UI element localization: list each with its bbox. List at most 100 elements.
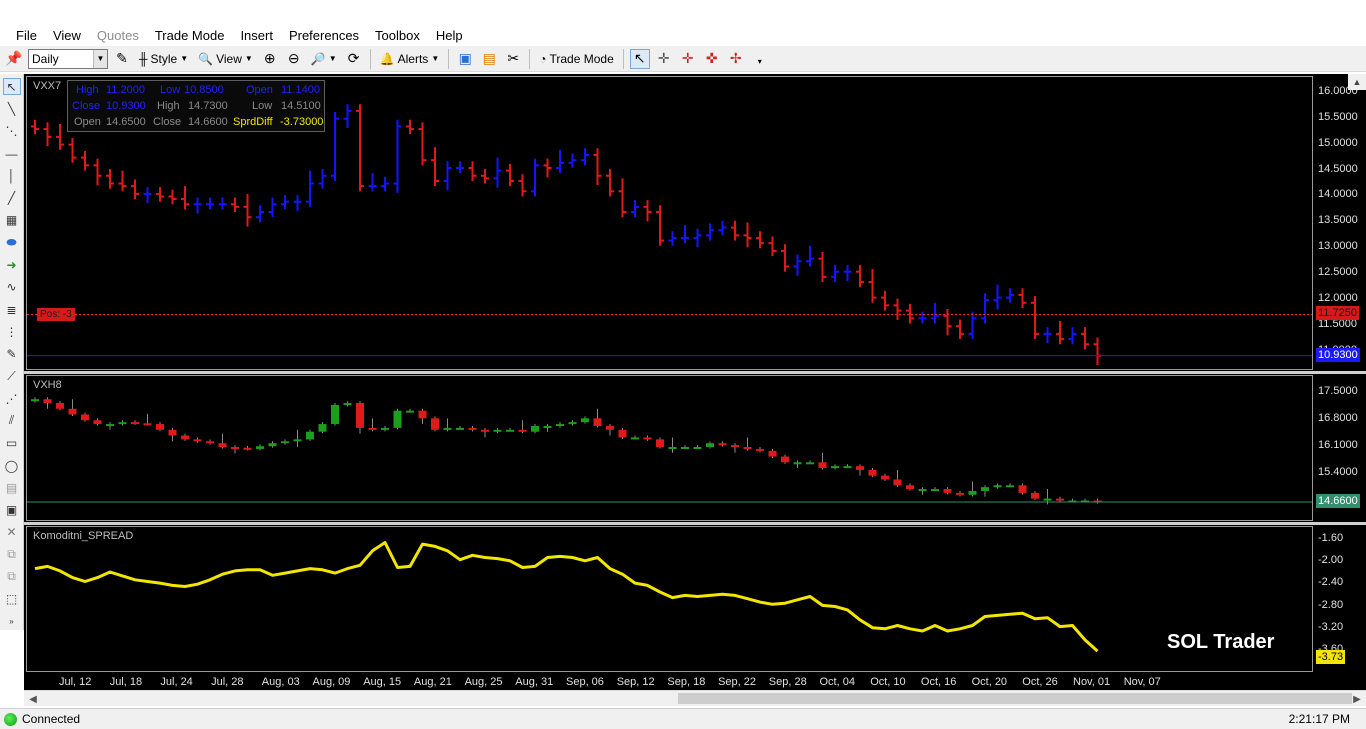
price-pane-vxh8[interactable]: VXH8 [26, 375, 1313, 521]
grid-tool-icon[interactable]: ⋮ [3, 323, 21, 340]
candle [43, 397, 52, 409]
scroll-left-arrow-icon[interactable]: ◀ [26, 692, 40, 706]
paste-tool-icon[interactable]: ⧉ [3, 568, 21, 585]
style-button[interactable]: ╫ Style ▼ [136, 48, 191, 70]
chevron-down-icon[interactable]: ▼ [93, 49, 107, 68]
pane-splitter[interactable] [24, 371, 1366, 374]
menu-preferences[interactable]: Preferences [281, 28, 367, 43]
ohlc-bar [906, 303, 914, 324]
view-button[interactable]: 🔍 View ▼ [195, 48, 256, 70]
draw-icon[interactable]: ✎ [112, 49, 132, 69]
candle [381, 425, 389, 432]
price-pane-vxx7[interactable]: VXX7 Pos: -3 High 11.2000 Low 10.8500 Op… [26, 76, 1313, 370]
axis-tick-label: -3.20 [1318, 620, 1344, 633]
zoom-out-icon[interactable]: ⊖ [284, 49, 304, 69]
menu-help[interactable]: Help [428, 28, 471, 43]
cursor-icon[interactable]: ↖ [629, 48, 650, 69]
magnifier-icon: 🔍 [198, 51, 214, 66]
connection-status-icon [4, 712, 17, 726]
trendline-tool-icon[interactable]: ╲ [3, 100, 21, 117]
spread-chart[interactable] [27, 527, 1312, 671]
scrollbar-thumb[interactable] [678, 693, 1352, 704]
candle-body [268, 443, 277, 447]
horizontal-line-tool-icon[interactable]: — [3, 145, 21, 162]
menu-file[interactable]: File [8, 28, 45, 43]
select-area-tool-icon[interactable]: ⬚ [3, 591, 21, 608]
circle-tool-icon[interactable]: ◯ [3, 457, 21, 474]
chart-area[interactable]: VXX7 Pos: -3 High 11.2000 Low 10.8500 Op… [24, 74, 1366, 692]
candle [643, 435, 652, 441]
candle [181, 433, 189, 441]
expand-tools-icon[interactable]: » [3, 613, 21, 630]
price-axis-vxx7[interactable]: 16.0000 15.5000 15.0000 14.5000 14.0000 13.50… [1315, 76, 1366, 370]
rectangle-tool-icon[interactable]: ▭ [3, 435, 21, 452]
interval-select[interactable]: Daily ▼ [28, 48, 108, 69]
copy-tool-icon[interactable]: ⧉ [3, 546, 21, 563]
menu-view[interactable]: View [45, 28, 89, 43]
book-icon[interactable]: ▣ [455, 49, 475, 69]
refresh-icon[interactable]: ⟳ [344, 49, 364, 69]
overflow-icon[interactable]: ▾ [750, 51, 770, 71]
ohlc-bar [593, 148, 602, 186]
menu-insert[interactable]: Insert [232, 28, 281, 43]
zoom-menu-button[interactable]: 🔎 ▼ [308, 48, 340, 70]
position-tag[interactable]: Pos: -3 [37, 308, 75, 322]
wave-tool-icon[interactable]: ∿ [3, 279, 21, 296]
menu-toolbox[interactable]: Toolbox [367, 28, 428, 43]
zoom-in-icon[interactable]: ⊕ [260, 49, 280, 69]
ohlc-bar [731, 220, 739, 241]
price-chart-vxh8[interactable] [27, 376, 1312, 520]
horizontal-scrollbar[interactable]: ◀ ▶ [24, 690, 1366, 706]
pointer-tool-icon[interactable]: ↖ [2, 78, 21, 96]
price-axis-vxh8[interactable]: 17.5000 16.8000 16.1000 15.4000 14.6600 [1315, 375, 1366, 521]
vertical-line-tool-icon[interactable]: │ [3, 167, 21, 184]
candle [956, 490, 964, 497]
scroll-right-arrow-icon[interactable]: ▶ [1350, 692, 1364, 706]
candle-body [381, 427, 389, 430]
note-tool-icon[interactable]: ▦ [3, 212, 21, 229]
menu-quotes[interactable]: Quotes [89, 28, 147, 43]
image-tool-icon[interactable]: ▣ [3, 501, 21, 518]
candle [393, 408, 402, 430]
ohlc-bar [1006, 288, 1014, 303]
ellipse-tool-icon[interactable]: ⬬ [3, 234, 21, 251]
menu-trade-mode[interactable]: Trade Mode [147, 28, 233, 43]
pin-icon[interactable]: 📌 [4, 49, 24, 69]
spread-axis[interactable]: -1.60 -2.00 -2.40 -2.80 -3.20 -3.60 -3.73 [1315, 526, 1366, 672]
axis-tick-label: 14.5000 [1318, 162, 1358, 175]
line-segment-tool-icon[interactable]: ⟋ [3, 368, 21, 385]
candle [1093, 498, 1102, 504]
candle [656, 437, 664, 449]
candle-body [156, 424, 164, 430]
color-palette-icon[interactable]: ▤ [479, 49, 499, 69]
crosshair-dot-icon[interactable]: ✜ [702, 49, 722, 69]
candle [293, 429, 302, 447]
fan-tool-icon[interactable]: ⋰ [3, 390, 21, 407]
tools-icon[interactable]: ✂ [503, 49, 523, 69]
alerts-button[interactable]: 🔔 Alerts ▼ [377, 48, 443, 70]
ohlc-value: 14.5100 [281, 100, 321, 112]
candle [93, 418, 102, 426]
candle [1018, 483, 1027, 495]
arrow-tool-icon[interactable]: ➜ [3, 256, 21, 273]
candle [31, 397, 39, 403]
ray-tool-icon[interactable]: ╱ [3, 189, 21, 206]
pencil-tool-icon[interactable]: ✎ [3, 345, 21, 362]
date-tick-label: Aug, 15 [363, 676, 402, 688]
candle-body [56, 403, 64, 409]
scroll-up-arrow-icon[interactable]: ▲ [1348, 74, 1366, 90]
pitchfork-tool-icon[interactable]: ⫽ [3, 412, 21, 429]
ohlc-value: -3.73000 [280, 116, 324, 128]
channel-tool-icon[interactable]: ⋱ [3, 123, 21, 140]
crosshair-icon[interactable]: ✛ [654, 49, 674, 69]
axis-tick-label: -2.40 [1318, 576, 1344, 589]
spread-pane[interactable]: Komoditni_SPREAD SOL Trader [26, 526, 1313, 672]
crosshair-red-icon[interactable]: ✛ [678, 49, 698, 69]
pane-splitter[interactable] [24, 522, 1366, 525]
crosshair-arrow-icon[interactable]: ✢ [726, 49, 746, 69]
delete-tool-icon[interactable]: ✕ [3, 524, 21, 541]
lock-tool-icon[interactable]: ▤ [3, 479, 21, 496]
ohlc-bar [343, 104, 352, 129]
trade-mode-button[interactable]: ◔ Trade Mode [536, 48, 617, 70]
fibonacci-tool-icon[interactable]: ≣ [3, 301, 21, 318]
